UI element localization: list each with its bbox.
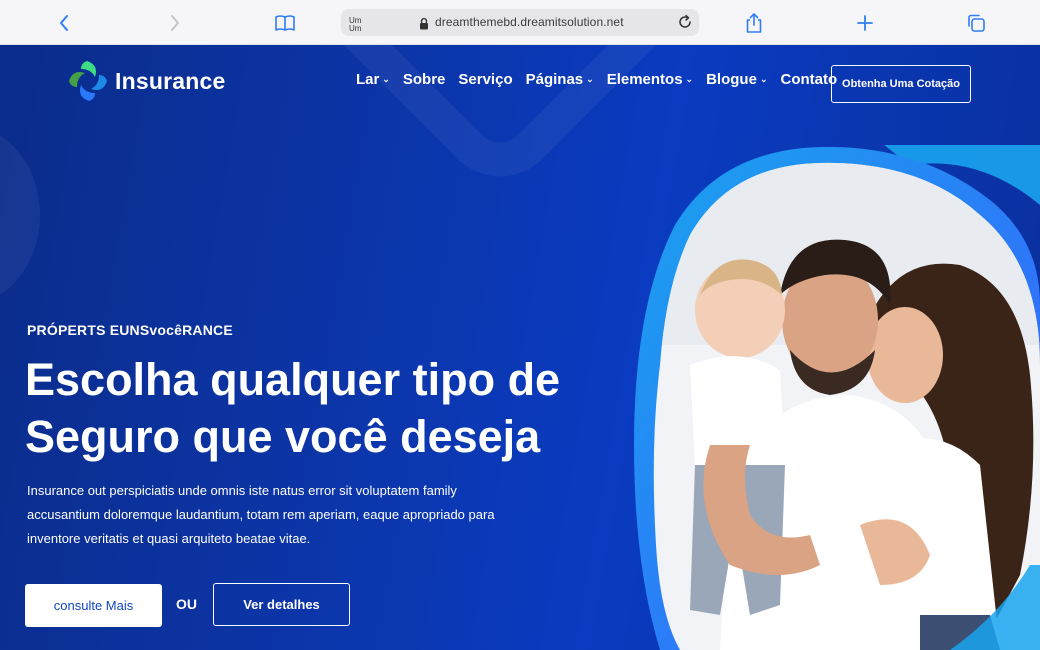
nav-label: Serviço (458, 71, 513, 88)
back-icon[interactable] (51, 10, 77, 36)
decorative-shape (0, 125, 40, 305)
browser-toolbar: Um Um dreamthemebd.dreamitsolution.net (0, 0, 1040, 45)
nav-label: Elementos (606, 71, 683, 88)
url-text: dreamthemebd.dreamitsolution.net (435, 15, 624, 29)
or-separator: OU (176, 596, 197, 612)
nav-label: Páginas (525, 71, 584, 88)
lock-icon (419, 15, 429, 34)
chevron-down-icon: ⌄ (586, 74, 594, 84)
address-bar[interactable]: Um Um dreamthemebd.dreamitsolution.net (341, 9, 699, 36)
nav-item-servico[interactable]: Serviço (458, 71, 512, 88)
nav-label: Blogue (706, 71, 757, 88)
tabs-icon[interactable] (963, 10, 989, 36)
nav-label: Sobre (402, 71, 446, 88)
logo-icon (69, 61, 107, 101)
hero-description: Insurance out perspiciatis unde omnis is… (27, 483, 495, 546)
nav-item-contato[interactable]: Contato (780, 71, 837, 88)
new-tab-icon[interactable] (852, 10, 878, 36)
nav-item-sobre[interactable]: Sobre (403, 71, 446, 88)
reader-label[interactable]: Um Um (349, 17, 371, 35)
hero-section: Insurance Lar ⌄ Sobre Serviço Páginas ⌄ El… (0, 45, 1040, 650)
site-logo[interactable]: Insurance (67, 59, 225, 103)
nav-item-paginas[interactable]: Páginas ⌄ (526, 71, 594, 88)
nav-item-elementos[interactable]: Elementos ⌄ (607, 71, 693, 88)
get-quote-button[interactable]: Obtenha Uma Cotação (831, 65, 971, 103)
nav-item-lar[interactable]: Lar ⌄ (356, 71, 390, 88)
nav-label: Contato (780, 71, 838, 88)
nav-item-blogue[interactable]: Blogue ⌄ (706, 71, 767, 88)
share-icon[interactable] (741, 10, 767, 36)
reload-icon[interactable] (677, 14, 693, 34)
forward-icon[interactable] (162, 10, 188, 36)
hero-kicker: PRÓPERTS EUNSvocêRANCE (27, 322, 233, 338)
hero-family-image (620, 131, 1040, 650)
headline-line-2: Seguro que você deseja (25, 411, 541, 462)
bookmarks-icon[interactable] (272, 10, 298, 36)
logo-text: Insurance (115, 67, 226, 94)
learn-more-button[interactable]: consulte Mais (25, 584, 162, 627)
hero-headline: Escolha qualquer tipo de Seguro que você… (25, 351, 625, 465)
headline-line-1: Escolha qualquer tipo de (25, 354, 561, 405)
chevron-down-icon: ⌄ (382, 74, 390, 84)
chevron-down-icon: ⌄ (759, 74, 768, 84)
chevron-down-icon: ⌄ (685, 74, 694, 84)
nav-label: Lar (356, 71, 380, 88)
main-nav: Lar ⌄ Sobre Serviço Páginas ⌄ Elementos ⌄ B… (356, 71, 850, 88)
view-details-button[interactable]: Ver detalhes (213, 583, 350, 626)
